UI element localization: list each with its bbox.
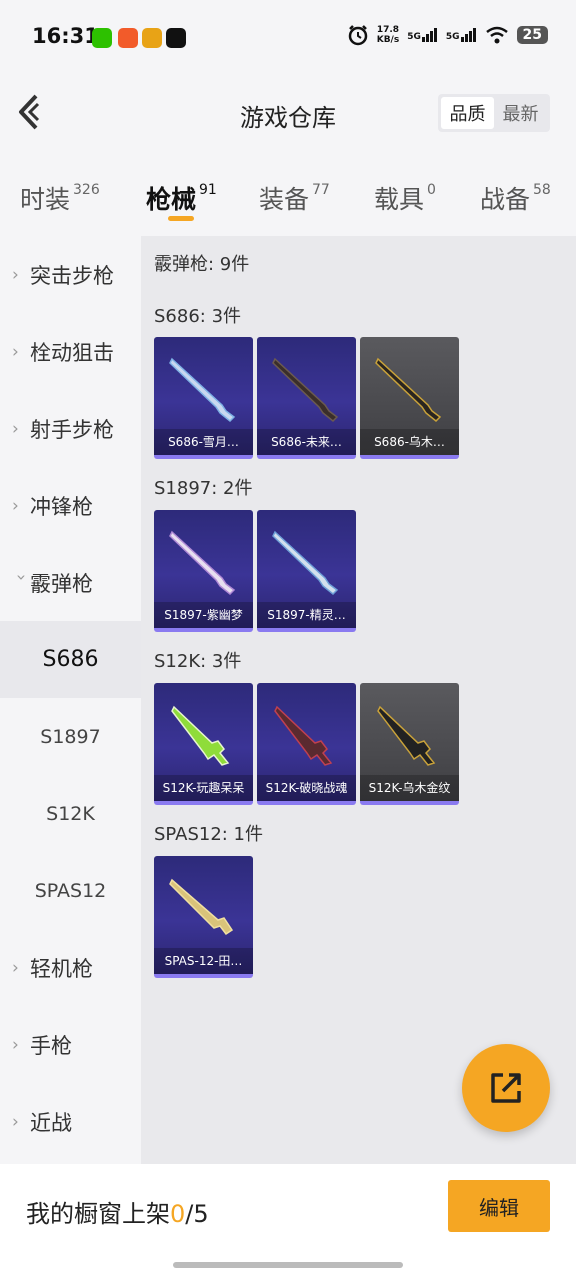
chevron-right-icon: › <box>12 957 19 978</box>
shotgun-skin-icon <box>169 878 234 936</box>
app-notification-icon-2 <box>142 28 162 48</box>
item-card[interactable]: S1897-紫幽梦 <box>154 510 253 632</box>
battery-indicator: 25 <box>516 26 548 44</box>
sidebar-sub-spas12[interactable]: SPAS12 <box>0 852 141 929</box>
signal-icon: 5G <box>407 28 438 42</box>
sidebar-sub-s686[interactable]: S686 <box>0 621 141 698</box>
item-card[interactable]: S12K-乌木金纹 <box>360 683 459 805</box>
item-grid-area: 霰弹枪: 9件 S686: 3件 S686-雪月… S686-未来… S686-… <box>141 236 576 1164</box>
signal-icon-2: 5G <box>446 28 477 42</box>
sidebar-item-pistol[interactable]: › 手枪 <box>0 1006 141 1083</box>
section-title-s12k: S12K: 3件 <box>154 651 242 672</box>
section-title-spas12: SPAS12: 1件 <box>154 824 264 845</box>
item-card[interactable]: S686-未来… <box>257 337 356 459</box>
sort-toggle: 品质 最新 <box>438 94 550 132</box>
tab-firearms[interactable]: 枪械 91 <box>146 160 217 221</box>
chevron-right-icon: › <box>12 495 19 516</box>
chevron-right-icon: › <box>12 341 19 362</box>
chevron-right-icon: › <box>12 418 19 439</box>
shotgun-skin-icon <box>377 705 436 766</box>
tab-equipment[interactable]: 装备 77 <box>259 160 330 216</box>
share-fab-button[interactable] <box>462 1044 550 1132</box>
weapon-type-sidebar: › 突击步枪 › 栓动狙击 › 射手步枪 › 冲锋枪 › 霰弹枪 S686 S1897 S… <box>0 236 141 1164</box>
sidebar-item-lmg[interactable]: › 轻机枪 <box>0 929 141 1006</box>
showcase-total-count: /5 <box>185 1200 209 1228</box>
chevron-right-icon: › <box>12 264 19 285</box>
section-title-s1897: S1897: 2件 <box>154 478 253 499</box>
item-card[interactable]: S12K-破晓战魂 <box>257 683 356 805</box>
status-bar: 16:31 17.8 KB/s 5G 5G 25 <box>0 0 576 72</box>
home-indicator[interactable] <box>173 1262 403 1268</box>
sort-option-quality[interactable]: 品质 <box>441 97 494 129</box>
shotgun-skin-icon <box>274 705 333 766</box>
active-tab-indicator <box>168 216 194 221</box>
sidebar-sub-s12k[interactable]: S12K <box>0 775 141 852</box>
shotgun-skin-icon <box>171 705 230 766</box>
bottom-bar: 我的橱窗上架0/5 编辑 <box>0 1164 576 1280</box>
net-speed: 17.8 KB/s <box>376 25 400 45</box>
sidebar-item-assault-rifle[interactable]: › 突击步枪 <box>0 236 141 313</box>
wechat-app-icon <box>92 28 112 48</box>
shotgun-skin-icon <box>169 357 236 423</box>
showcase-current-count: 0 <box>170 1200 186 1228</box>
category-tabs: 时装 326 枪械 91 装备 77 载具 0 战备 58 <box>0 160 576 232</box>
shotgun-skin-icon <box>169 530 236 596</box>
item-card[interactable]: S1897-精灵… <box>257 510 356 632</box>
item-card[interactable]: S686-雪月… <box>154 337 253 459</box>
share-icon <box>491 1073 521 1103</box>
status-indicators: 17.8 KB/s 5G 5G 25 <box>347 24 548 46</box>
app-notification-icon-3 <box>166 28 186 48</box>
edit-button[interactable]: 编辑 <box>448 1180 550 1232</box>
shotgun-skin-icon <box>272 357 339 423</box>
chevron-down-icon: › <box>11 573 31 581</box>
sidebar-item-marksman-rifle[interactable]: › 射手步枪 <box>0 390 141 467</box>
tab-vehicles[interactable]: 载具 0 <box>374 160 436 216</box>
sidebar-sub-s1897[interactable]: S1897 <box>0 698 141 775</box>
sidebar-item-shotgun[interactable]: › 霰弹枪 <box>0 544 141 621</box>
section-title-s686: S686: 3件 <box>154 306 242 327</box>
showcase-status: 我的橱窗上架0/5 <box>26 1200 209 1228</box>
sort-option-newest[interactable]: 最新 <box>494 97 547 129</box>
item-card[interactable]: S12K-玩趣呆呆 <box>154 683 253 805</box>
sidebar-item-bolt-sniper[interactable]: › 栓动狙击 <box>0 313 141 390</box>
item-card[interactable]: S686-乌木… <box>360 337 459 459</box>
tab-fashion[interactable]: 时装 326 <box>20 160 100 216</box>
tab-supplies[interactable]: 战备 58 <box>480 160 551 216</box>
status-time: 16:31 <box>32 24 99 48</box>
sidebar-item-smg[interactable]: › 冲锋枪 <box>0 467 141 544</box>
alarm-icon <box>348 25 367 46</box>
chevron-right-icon: › <box>12 1111 19 1132</box>
shotgun-skin-icon <box>375 357 442 423</box>
wifi-icon <box>485 26 508 44</box>
shotgun-skin-icon <box>272 530 339 596</box>
item-card[interactable]: SPAS-12-田… <box>154 856 253 978</box>
chevron-right-icon: › <box>12 1034 19 1055</box>
app-notification-icon <box>118 28 138 48</box>
category-count-title: 霰弹枪: 9件 <box>154 254 250 275</box>
header: 游戏仓库 品质 最新 <box>0 72 576 154</box>
sidebar-item-melee[interactable]: › 近战 <box>0 1083 141 1160</box>
